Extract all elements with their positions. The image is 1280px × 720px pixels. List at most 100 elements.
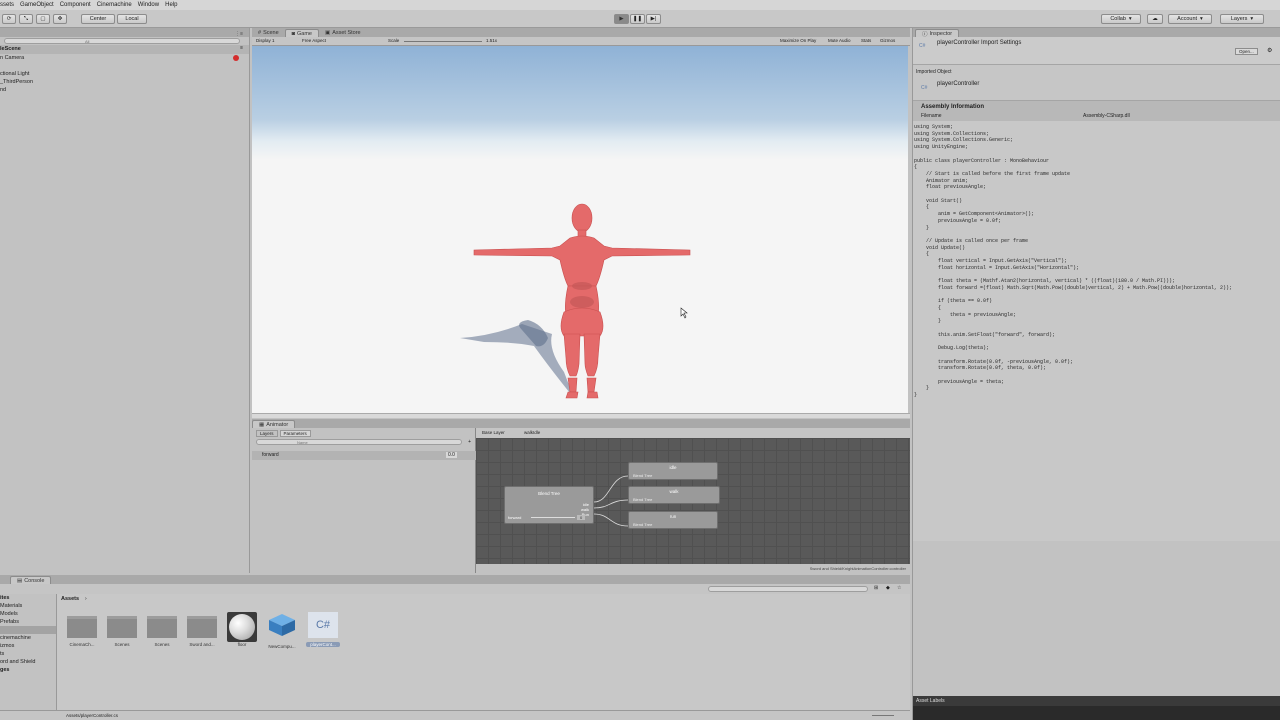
scale-tool-button[interactable]: ⤡ <box>19 14 33 24</box>
collab-button[interactable]: Collab ▾ <box>1101 14 1141 24</box>
tab-asset-store[interactable]: ▣ Asset Store <box>319 29 367 37</box>
folder-item[interactable]: ts <box>0 650 56 658</box>
asset-item[interactable]: CinemaCh... <box>65 612 99 647</box>
asset-item[interactable]: Scenes <box>145 612 179 647</box>
folder-item[interactable]: ites <box>0 594 56 602</box>
scale-slider[interactable] <box>404 41 482 42</box>
asset-labels-content <box>913 706 1280 720</box>
menu-cinemachine[interactable]: Cinemachine <box>97 2 132 8</box>
tab-scene[interactable]: # Scene <box>252 29 285 37</box>
store-tab-icon: ▣ <box>324 30 331 36</box>
menu-help[interactable]: Help <box>165 2 177 8</box>
game-view-scrollbar[interactable] <box>252 413 910 418</box>
rect-icon: ▢ <box>40 16 46 22</box>
add-parameter-button[interactable]: + <box>468 439 471 445</box>
tab-label: Asset Store <box>332 30 361 36</box>
scene-menu-icon[interactable]: ≡ <box>240 45 243 51</box>
account-button[interactable]: Account ▾ <box>1168 14 1212 24</box>
parameters-tab[interactable]: Parameters <box>279 430 311 437</box>
chevron-down-icon: ▾ <box>1200 16 1203 22</box>
layers-label: Layers <box>1230 16 1248 22</box>
hierarchy-item-camera[interactable]: n Camera <box>0 54 249 62</box>
child-node-idle[interactable]: idle Blend Tree <box>628 462 718 480</box>
breadcrumb-state[interactable]: walkIdle <box>524 430 540 435</box>
pivot-center-button[interactable]: Center <box>81 14 115 24</box>
hierarchy-item-thirdperson[interactable]: _ThirdPerson <box>0 78 249 86</box>
parameter-value[interactable]: 0.0 <box>446 452 457 458</box>
rect-tool-button[interactable]: ▢ <box>36 14 50 24</box>
folder-item[interactable]: izmos <box>0 642 56 650</box>
tab-label: Inspector <box>929 30 953 37</box>
assembly-section: Assembly Information Filename Assembly-C… <box>913 101 1280 121</box>
hierarchy-item-ground[interactable]: nd <box>0 86 249 94</box>
scale-label: Scale <box>388 38 400 43</box>
aspect-select[interactable]: Free Aspect <box>302 38 326 43</box>
child-node-run[interactable]: run Blend Tree <box>628 511 718 529</box>
blend-tree-node[interactable]: Blend Tree idle walk Run forward 0 <box>504 486 594 524</box>
animator-graph[interactable]: Blend Tree idle walk Run forward 0 idle … <box>476 438 910 564</box>
stats-toggle[interactable]: Stats <box>861 38 871 43</box>
label-icon[interactable]: ◆ <box>886 585 890 591</box>
settings-icon[interactable]: ⚙ <box>1267 47 1272 54</box>
tab-game[interactable]: ◙ Game <box>284 29 319 37</box>
tab-label: Animator <box>266 421 289 428</box>
asset-item[interactable]: Sword and... <box>185 612 219 647</box>
filename-value: Assembly-CSharp.dll <box>1083 113 1130 119</box>
asset-item[interactable]: NewCompu... <box>265 612 299 649</box>
star-icon[interactable]: ☆ <box>897 585 901 591</box>
play-button[interactable]: ▶ <box>614 14 629 24</box>
assets-breadcrumb[interactable]: Assets <box>61 596 79 602</box>
hierarchy-search-input[interactable] <box>4 38 240 44</box>
layers-tab[interactable]: Layers <box>256 430 278 437</box>
parameter-row[interactable]: forward 0.0 <box>252 451 476 460</box>
folder-item[interactable]: Models <box>0 610 56 618</box>
breadcrumb-base-layer[interactable]: Base Layer <box>482 430 505 435</box>
inspector-title: playerController Import Settings <box>937 40 1022 46</box>
folder-item[interactable]: Prefabs <box>0 618 56 626</box>
layers-button[interactable]: Layers ▾ <box>1220 14 1264 24</box>
display-select[interactable]: Display 1 <box>256 38 275 43</box>
folder-item[interactable]: Materials <box>0 602 56 610</box>
blend-slider[interactable] <box>531 517 575 518</box>
transform-tool-button[interactable]: ✥ <box>53 14 67 24</box>
open-button[interactable]: Open... <box>1235 48 1258 55</box>
asset-item-selected[interactable]: C# playerCont... <box>306 612 340 647</box>
mute-audio-toggle[interactable]: Mute Audio <box>828 38 851 43</box>
inspector-panel: ⓘ Inspector C# playerController Import Se… <box>912 28 1280 720</box>
chevron-down-icon: ▾ <box>1128 16 1132 22</box>
asset-item[interactable]: Scenes <box>105 612 139 647</box>
filter-icon[interactable]: ⊞ <box>874 585 878 591</box>
cloud-button[interactable]: ☁ <box>1147 14 1163 24</box>
folder-item[interactable]: ges <box>0 666 56 674</box>
menu-component[interactable]: Component <box>60 2 91 8</box>
folder-item[interactable]: ord and Shield <box>0 658 56 666</box>
imported-object-name: playerController <box>937 81 980 87</box>
menu-gameobject[interactable]: GameObject <box>20 2 54 8</box>
icon-size-slider[interactable] <box>872 715 894 716</box>
maximize-on-play-toggle[interactable]: Maximize On Play <box>780 38 816 43</box>
project-search-input[interactable] <box>708 586 868 592</box>
hierarchy-search-row <box>0 37 249 45</box>
gizmos-toggle[interactable]: Gizmos <box>880 38 895 43</box>
record-icon <box>233 55 239 61</box>
folder-icon <box>107 616 137 638</box>
scene-row[interactable]: leScene ≡ <box>0 45 249 54</box>
game-view[interactable] <box>252 46 908 413</box>
hierarchy-item-light[interactable]: ctional Light <box>0 70 249 78</box>
menu-window[interactable]: Window <box>138 2 159 8</box>
folder-item[interactable]: cinemachine <box>0 634 56 642</box>
folder-item-selected[interactable] <box>0 626 56 634</box>
rotate-tool-button[interactable]: ⟳ <box>2 14 16 24</box>
tab-inspector[interactable]: ⓘ Inspector <box>915 29 960 38</box>
tab-animator[interactable]: ▦ Animator <box>252 420 296 428</box>
pause-button[interactable]: ❚❚ <box>630 14 645 24</box>
parameter-search-input[interactable] <box>256 439 462 445</box>
tab-console[interactable]: ▤ Console <box>10 576 52 584</box>
pause-icon: ❚❚ <box>632 16 643 22</box>
child-node-walk[interactable]: walk Blend Tree <box>628 486 720 504</box>
menu-assets[interactable]: ssets <box>0 2 14 8</box>
asset-item[interactable]: floor <box>225 612 259 647</box>
pivot-local-button[interactable]: Local <box>117 14 147 24</box>
step-button[interactable]: ▶| <box>646 14 661 24</box>
hierarchy-item-label: n Camera <box>0 55 25 61</box>
